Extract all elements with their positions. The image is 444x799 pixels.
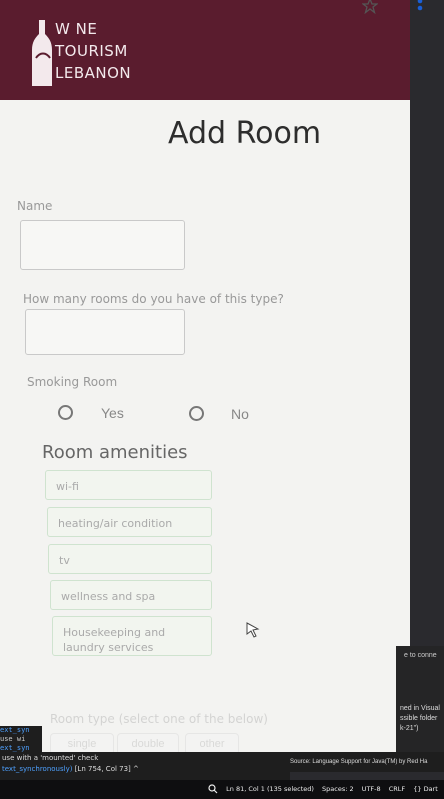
terminal-link[interactable]: text_synchronously) [2, 765, 72, 773]
brand-line-3: LEBANON [55, 64, 132, 82]
smoking-yes-label: Yes [101, 405, 124, 421]
ide-source-note: Source: Language Support for Java(TM) by… [280, 752, 444, 772]
status-language[interactable]: {} Dart [413, 785, 438, 793]
wine-bottle-logo-icon [32, 20, 52, 86]
ide-status-bar: Ln 81, Col 1 (135 selected) Spaces: 2 UT… [0, 780, 444, 799]
smoking-room-label: Smoking Room [27, 375, 118, 389]
search-icon[interactable] [208, 784, 218, 794]
mouse-pointer-icon [246, 622, 260, 638]
terminal-position: [Ln 754, Col 73] [74, 765, 131, 773]
brand-line-2: TOURISM [55, 42, 128, 60]
smoking-yes-radio[interactable] [58, 405, 73, 420]
ide-notification-line: ned in Visual [400, 705, 440, 712]
amenity-heating[interactable]: heating/air condition [47, 507, 212, 537]
status-encoding[interactable]: UTF-8 [362, 785, 381, 793]
status-eol[interactable]: CRLF [389, 785, 405, 793]
app-screen: W NE TOURISM LEBANON Add Room Name How m… [0, 0, 410, 760]
brand-logo-text: W NE TOURISM LEBANON [55, 18, 131, 84]
app-header: W NE TOURISM LEBANON [0, 0, 410, 100]
ide-notification-line: ssible folder [400, 715, 438, 722]
amenities-title: Room amenities [42, 442, 188, 463]
name-input[interactable] [20, 220, 185, 270]
ide-notification-text: ned in Visual ssible folder k-21") [400, 704, 440, 734]
status-spaces[interactable]: Spaces: 2 [322, 785, 354, 793]
amenity-tv[interactable]: tv [48, 544, 212, 574]
page-title: Add Room [168, 116, 322, 151]
rooms-count-input[interactable] [25, 309, 185, 355]
amenity-wellness[interactable]: wellness and spa [50, 580, 212, 610]
rooms-count-label: How many rooms do you have of this type? [23, 292, 284, 306]
ide-notification-line: k-21") [400, 725, 419, 732]
ide-terminal: use with a 'mounted' check text_synchron… [0, 752, 290, 780]
smoking-no-label: No [231, 406, 249, 422]
ide-notification-panel [396, 646, 444, 756]
amenity-wifi[interactable]: wi-fi [45, 470, 212, 500]
chevron-up-icon[interactable]: ^ [133, 765, 139, 773]
code-line: use wi [0, 735, 26, 743]
code-line: ext_syn [0, 726, 30, 734]
terminal-line-2: text_synchronously) [Ln 754, Col 73] ^ [2, 765, 139, 773]
brand-line-1: W NE [55, 20, 98, 38]
star-icon[interactable] [362, 0, 378, 14]
room-type-label: Room type (select one of the below) [50, 712, 268, 726]
terminal-line-1: use with a 'mounted' check [2, 754, 99, 762]
name-label: Name [17, 199, 53, 213]
smoking-no-radio[interactable] [189, 406, 204, 421]
more-menu-icon[interactable] [416, 0, 424, 14]
amenity-housekeeping[interactable]: Housekeeping and laundry services [52, 616, 212, 656]
ide-connect-text: e to conne [404, 652, 437, 659]
status-cursor-position[interactable]: Ln 81, Col 1 (135 selected) [226, 785, 314, 793]
